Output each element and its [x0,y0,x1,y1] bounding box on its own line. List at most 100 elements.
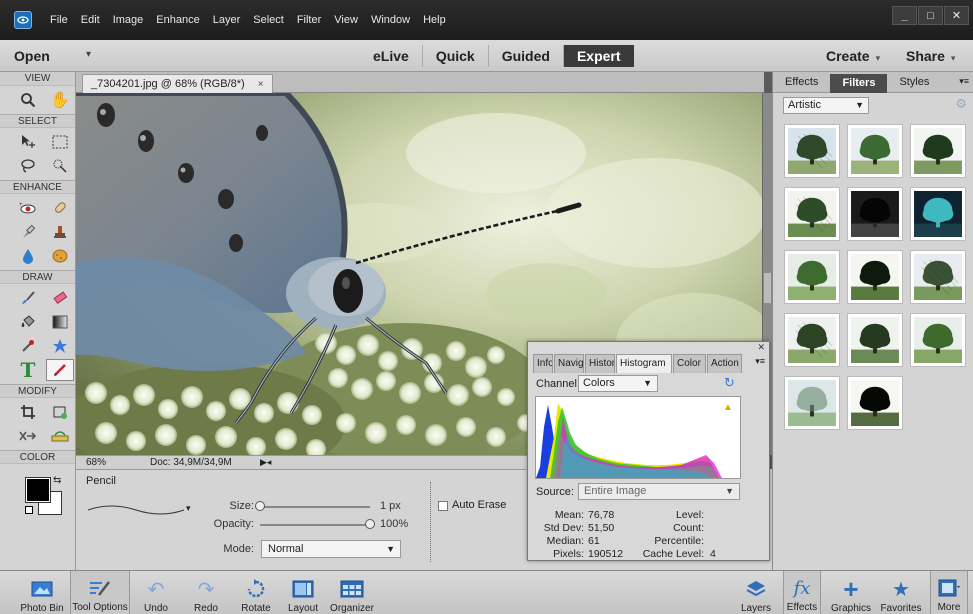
marquee-tool-icon[interactable] [46,131,74,153]
tab-history[interactable]: Histor [585,354,615,373]
gradient-tool-icon[interactable] [46,311,74,333]
tab-color[interactable]: Color [673,354,706,373]
opacity-slider[interactable] [260,524,370,526]
brush-tool-icon[interactable] [14,287,42,309]
filter-thumbnail[interactable] [847,250,903,304]
size-slider[interactable] [260,506,370,508]
blur-tool-icon[interactable] [14,245,42,267]
filter-thumbnail[interactable] [847,313,903,367]
zoom-tool-icon[interactable] [14,89,42,111]
opacity-slider-knob[interactable] [365,519,375,529]
organizer-button[interactable]: Organizer [328,571,376,614]
rotate-button[interactable]: Rotate [236,571,276,614]
tab-guided[interactable]: Guided [489,45,564,67]
crop-tool-icon[interactable] [14,401,42,423]
refresh-icon[interactable]: ↻ [724,375,735,391]
share-button[interactable]: Share ▾ [906,48,955,64]
close-button[interactable]: ✕ [944,6,969,25]
brush-preset-picker[interactable] [86,498,186,520]
swap-colors-icon[interactable]: ⇆ [53,475,61,486]
maximize-button[interactable]: □ [918,6,943,25]
status-menu-icon[interactable]: ▶◂ [260,457,271,468]
filter-thumbnail[interactable] [847,187,903,241]
size-slider-knob[interactable] [255,501,265,511]
filter-thumbnail[interactable] [784,187,840,241]
tab-effects[interactable]: Effects [773,72,830,93]
filter-thumbnail[interactable] [784,313,840,367]
content-aware-move-tool-icon[interactable] [14,425,42,447]
tab-info[interactable]: Info [533,354,553,373]
smart-brush-tool-icon[interactable] [14,221,42,243]
photo-bin-button[interactable]: Photo Bin [18,571,66,614]
quick-selection-tool-icon[interactable] [46,155,74,177]
menu-enhance[interactable]: Enhance [156,14,199,26]
menu-layer[interactable]: Layer [213,14,241,26]
menu-file[interactable]: File [50,14,68,26]
foreground-color-swatch[interactable] [25,477,51,503]
tab-elive[interactable]: eLive [360,45,423,67]
tool-options-button[interactable]: Tool Options [70,571,130,614]
filter-thumbnail[interactable] [784,124,840,178]
custom-shape-tool-icon[interactable] [46,335,74,357]
filter-thumbnail[interactable] [910,250,966,304]
panel-menu-icon[interactable]: ▾≡ [755,356,765,367]
straighten-tool-icon[interactable] [46,425,74,447]
default-colors-icon[interactable] [25,506,33,514]
gear-icon[interactable]: ⚙ [955,96,967,112]
panel-menu-icon[interactable]: ▾≡ [959,76,969,87]
filter-thumbnail[interactable] [847,124,903,178]
clone-stamp-tool-icon[interactable] [46,221,74,243]
eraser-tool-icon[interactable] [46,287,74,309]
menu-help[interactable]: Help [423,14,446,26]
open-button[interactable]: Open [14,40,50,72]
auto-erase-checkbox[interactable] [438,501,448,511]
filter-thumbnail[interactable] [910,124,966,178]
hand-tool-icon[interactable]: ✋ [46,89,74,111]
filter-thumbnail[interactable] [784,376,840,430]
zoom-level[interactable]: 68% [86,456,106,470]
sponge-tool-icon[interactable] [46,245,74,267]
more-button[interactable]: More [930,571,968,614]
menu-window[interactable]: Window [371,14,410,26]
recompose-tool-icon[interactable] [46,401,74,423]
document-tab[interactable]: _7304201.jpg @ 68% (RGB/8*) × [82,74,273,93]
lasso-tool-icon[interactable] [14,155,42,177]
red-eye-tool-icon[interactable]: + [14,197,42,219]
graphics-button[interactable]: + Graphics [828,571,874,614]
channel-select[interactable]: Colors ▼ [578,375,658,392]
filter-category-select[interactable]: Artistic ▼ [783,97,869,114]
create-button[interactable]: Create ▾ [826,48,880,64]
minimize-button[interactable]: _ [892,6,917,25]
menu-image[interactable]: Image [113,14,144,26]
tab-styles[interactable]: Styles [887,72,941,93]
menu-select[interactable]: Select [253,14,284,26]
tab-actions[interactable]: Action [707,354,742,373]
paint-bucket-tool-icon[interactable] [14,311,42,333]
tab-navigator[interactable]: Navig [554,354,584,373]
tab-filters[interactable]: Filters [830,74,888,93]
tab-expert[interactable]: Expert [563,45,634,67]
brush-dropdown-icon[interactable]: ▾ [186,503,191,514]
layers-button[interactable]: Layers [736,571,776,614]
undo-button[interactable]: ↶ Undo [138,571,174,614]
app-logo-icon[interactable] [14,11,32,29]
tab-quick[interactable]: Quick [423,45,489,67]
effects-button[interactable]: fx Effects [783,571,821,614]
menu-edit[interactable]: Edit [81,14,100,26]
redo-button[interactable]: ↷ Redo [188,571,224,614]
menu-view[interactable]: View [334,14,358,26]
filter-thumbnail[interactable] [910,313,966,367]
source-select[interactable]: Entire Image ▼ [578,483,740,500]
eyedropper-tool-icon[interactable] [14,335,42,357]
scrollbar-thumb[interactable] [764,273,771,303]
move-tool-icon[interactable] [14,131,42,153]
filter-thumbnail[interactable] [784,250,840,304]
filter-thumbnail[interactable] [847,376,903,430]
filter-thumbnail[interactable] [910,187,966,241]
layout-button[interactable]: Layout [285,571,321,614]
pencil-tool-icon[interactable] [46,359,74,381]
favorites-button[interactable]: ★ Favorites [878,571,924,614]
close-icon[interactable]: ✕ [757,342,765,353]
menu-filter[interactable]: Filter [297,14,321,26]
open-dropdown-icon[interactable]: ▾ [86,49,91,60]
